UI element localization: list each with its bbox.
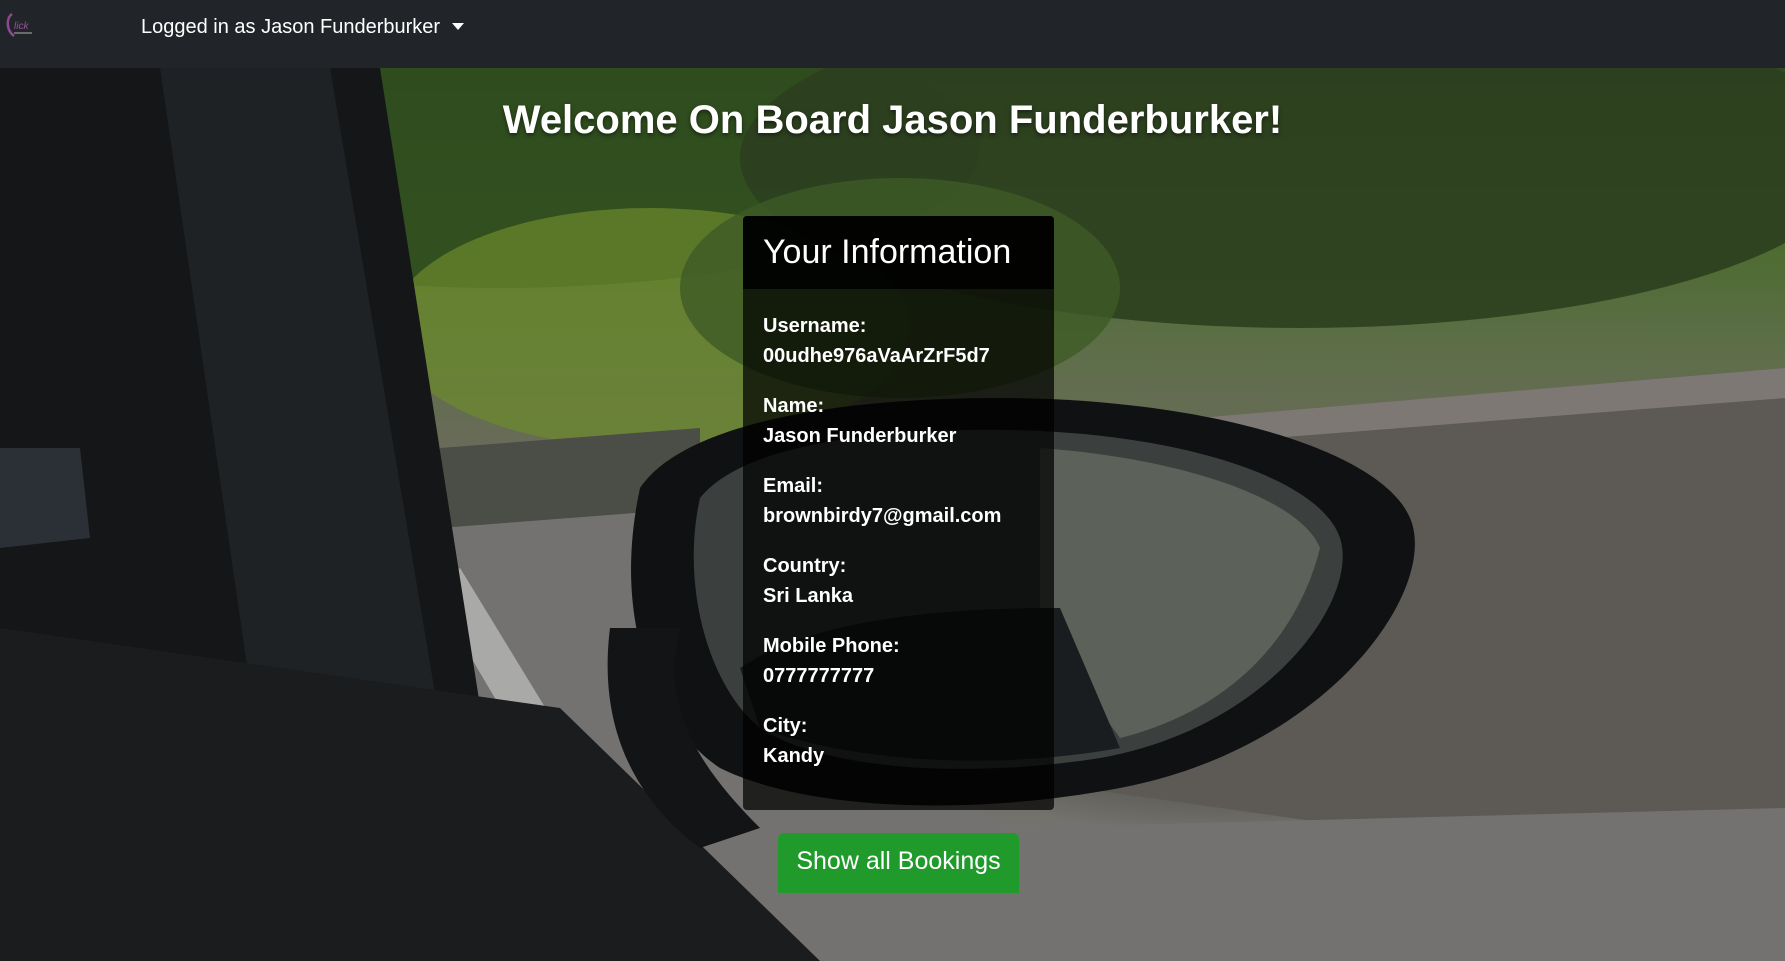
info-card-body: Username: 00udhe976aVaArZrF5d7 Name: Jas…: [743, 289, 1054, 771]
field-label: City:: [763, 715, 808, 737]
hero-section: Welcome On Board Jason Funderburker! You…: [0, 68, 1785, 961]
user-menu-dropdown[interactable]: Logged in as Jason Funderburker: [141, 0, 465, 55]
field-email: Email: brownbirdy7@gmail.com: [763, 471, 1034, 531]
field-value: Kandy: [763, 745, 825, 767]
show-all-bookings-button[interactable]: Show all Bookings: [778, 833, 1019, 893]
click-logo[interactable]: lick: [2, 10, 38, 40]
field-mobile-phone: Mobile Phone: 0777777777: [763, 631, 1034, 691]
top-navbar: lick Logged in as Jason Funderburker: [0, 0, 1785, 68]
chevron-down-icon: [452, 23, 465, 30]
field-country: Country: Sri Lanka: [763, 551, 1034, 611]
field-city: City: Kandy: [763, 711, 1034, 771]
field-label: Country:: [763, 555, 847, 577]
field-label: Mobile Phone:: [763, 635, 900, 657]
field-value: Sri Lanka: [763, 585, 854, 607]
user-info-card: Your Information Username: 00udhe976aVaA…: [743, 216, 1054, 810]
field-value: 00udhe976aVaArZrF5d7: [763, 345, 990, 367]
user-menu-label: Logged in as Jason Funderburker: [141, 16, 441, 38]
field-label: Email:: [763, 475, 824, 497]
svg-text:lick: lick: [14, 21, 29, 32]
field-value: brownbirdy7@gmail.com: [763, 505, 1002, 527]
info-card-title: Your Information: [743, 216, 1054, 289]
field-value: Jason Funderburker: [763, 425, 957, 447]
welcome-heading: Welcome On Board Jason Funderburker!: [502, 98, 1283, 142]
field-name: Name: Jason Funderburker: [763, 391, 1034, 451]
field-label: Username:: [763, 315, 867, 337]
field-value: 0777777777: [763, 665, 875, 687]
field-label: Name:: [763, 395, 825, 417]
field-username: Username: 00udhe976aVaArZrF5d7: [763, 311, 1034, 371]
